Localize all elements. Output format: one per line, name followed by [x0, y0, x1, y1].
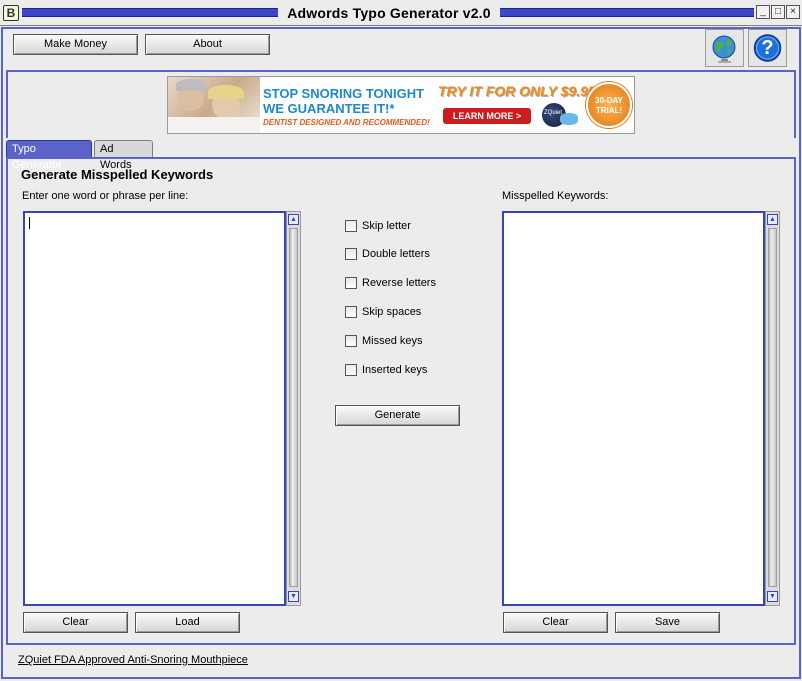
checkbox[interactable] [345, 248, 357, 260]
title-stripe-right [500, 8, 754, 17]
checkbox[interactable] [345, 335, 357, 347]
maximize-button[interactable]: □ [771, 5, 785, 19]
scroll-down-icon[interactable]: ▼ [767, 591, 778, 602]
misspelled-output[interactable] [502, 211, 765, 606]
output-label: Misspelled Keywords: [502, 190, 609, 202]
save-button[interactable]: Save [615, 612, 720, 633]
scroll-track[interactable] [289, 228, 298, 587]
ad-product-image: ZQuiet [540, 103, 578, 127]
app-icon[interactable]: B [3, 5, 19, 21]
ad-panel-right-border [794, 70, 796, 138]
option-label: Skip spaces [362, 306, 422, 318]
checkbox[interactable] [345, 277, 357, 289]
input-scrollbar[interactable]: ▲ ▼ [286, 211, 301, 606]
globe-button[interactable] [705, 29, 744, 67]
scroll-up-icon[interactable]: ▲ [767, 214, 778, 225]
option-label: Skip letter [362, 220, 411, 232]
ad-banner[interactable]: STOP SNORING TONIGHT WE GUARANTEE IT!* D… [167, 76, 635, 134]
ad-guarantee: WE GUARANTEE IT!* [263, 101, 395, 116]
ad-offer: TRY IT FOR ONLY $9.95! [438, 83, 601, 99]
title-bar[interactable]: B Adwords Typo Generator v2.0 _ □ × [0, 0, 802, 26]
close-button[interactable]: × [786, 5, 800, 19]
tab-panel-right-border [794, 157, 796, 645]
ad-brand: ZQuiet [544, 110, 563, 116]
generate-button[interactable]: Generate [335, 405, 460, 426]
window-title: Adwords Typo Generator v2.0 [281, 4, 497, 22]
keywords-input[interactable] [23, 211, 286, 606]
scroll-track[interactable] [768, 228, 777, 587]
scroll-down-icon[interactable]: ▼ [288, 591, 299, 602]
option-label: Missed keys [362, 335, 423, 347]
ad-badge-text-1: 30-DAY [595, 96, 623, 105]
toolbar-separator [6, 70, 796, 72]
scroll-up-icon[interactable]: ▲ [288, 214, 299, 225]
about-button[interactable]: About [145, 34, 270, 55]
option-label: Reverse letters [362, 277, 436, 289]
tab-ad-words[interactable]: Ad Words [94, 140, 153, 171]
checkbox[interactable] [345, 306, 357, 318]
ad-panel-left-border [6, 70, 8, 138]
input-label: Enter one word or phrase per line: [22, 190, 189, 202]
checkbox[interactable] [345, 364, 357, 376]
ad-trial-badge: 30-DAY TRIAL! [586, 82, 632, 128]
ad-learn-more-button[interactable]: LEARN MORE > [443, 108, 531, 124]
tab-panel-bottom-border [6, 643, 796, 645]
help-button[interactable]: ? [748, 29, 787, 67]
tab-panel-left-border [6, 157, 8, 645]
page-title: Generate Misspelled Keywords [21, 167, 214, 182]
option-label: Double letters [362, 248, 430, 260]
globe-icon [712, 35, 736, 63]
ad-tagline: DENTIST DESIGNED AND RECOMMENDED! [263, 118, 430, 127]
clear-input-button[interactable]: Clear [23, 612, 128, 633]
help-glyph: ? [761, 37, 774, 59]
text-caret [29, 217, 30, 229]
load-button[interactable]: Load [135, 612, 240, 633]
output-scrollbar[interactable]: ▲ ▼ [765, 211, 780, 606]
footer-ad-link[interactable]: ZQuiet FDA Approved Anti-Snoring Mouthpi… [18, 654, 248, 666]
clear-output-button[interactable]: Clear [503, 612, 608, 633]
make-money-button[interactable]: Make Money [13, 34, 138, 55]
ad-headline: STOP SNORING TONIGHT [263, 86, 425, 101]
tab-typo-generator[interactable]: Typo Generator [6, 140, 92, 171]
option-label: Inserted keys [362, 364, 428, 376]
minimize-button[interactable]: _ [756, 5, 770, 19]
tab-panel-top-border [6, 157, 796, 159]
title-stripe-left [22, 8, 278, 17]
ad-badge-text-2: TRIAL! [595, 106, 623, 115]
checkbox[interactable] [345, 220, 357, 232]
ad-couple-photo [168, 77, 260, 133]
